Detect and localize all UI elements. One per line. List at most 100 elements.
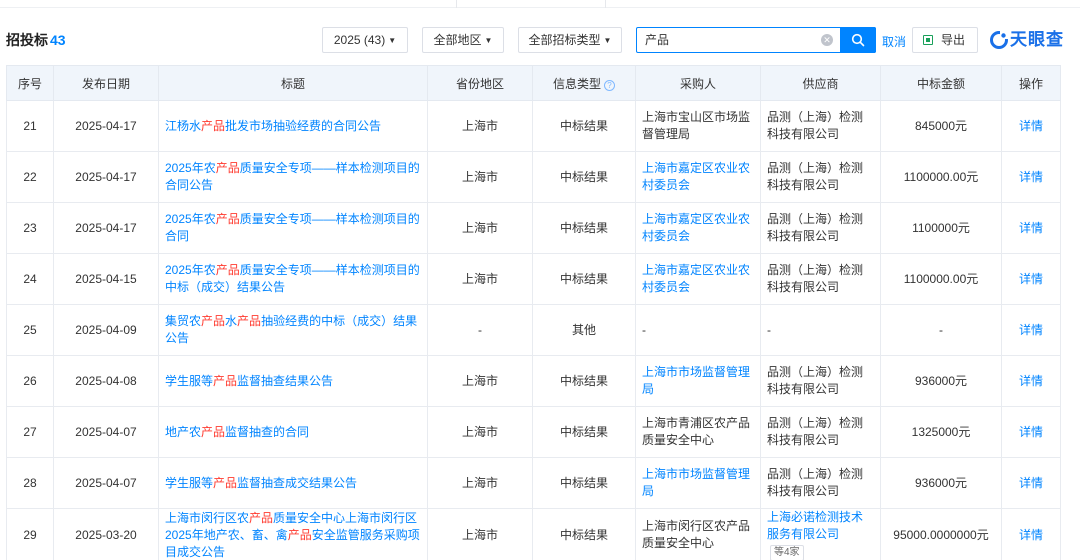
title-text: 上海市闵行区农 <box>165 510 250 525</box>
detail-link[interactable]: 详情 <box>1019 374 1043 388</box>
buyer[interactable]: 上海市嘉定区农业农村委员会 <box>642 161 750 192</box>
publish-date-cell: 2025-03-20 <box>53 508 159 560</box>
info-type: 中标结果 <box>559 424 608 439</box>
row-index: 22 <box>23 169 37 184</box>
buyer-cell: 上海市嘉定区农业农村委员会 <box>635 151 761 203</box>
help-icon[interactable]: ? <box>604 79 615 91</box>
publish-date: 2025-03-20 <box>75 527 137 542</box>
year-filter-label: 2025 (43) <box>333 33 386 47</box>
detail-link-cell: 详情 <box>1001 304 1061 356</box>
buyer-cell: 上海市宝山区市场监督管理局 <box>635 100 761 152</box>
publish-date-cell: 2025-04-07 <box>53 406 159 458</box>
bid-amount: 95000.0000000元 <box>893 527 989 542</box>
bid-amount: 1100000.00元 <box>903 169 979 184</box>
type-filter-dropdown[interactable]: 全部招标类型 ▼ <box>518 27 622 53</box>
buyer[interactable]: 上海市嘉定区农业农村委员会 <box>642 212 750 243</box>
table-row: 27 2025-04-07 地产农产品监督抽查的合同 上海市 中标结果 上海市青浦区农产品… <box>6 406 1061 458</box>
buyer: 上海市宝山区市场监督管理局 <box>642 110 751 141</box>
buyer-cell: 上海市市场监督管理局 <box>635 457 761 509</box>
detail-link[interactable]: 详情 <box>1019 323 1043 337</box>
detail-link-cell: 详情 <box>1001 457 1061 509</box>
chevron-down-icon: ▼ <box>388 36 397 45</box>
col-header-region: 省份地区 <box>427 65 533 101</box>
title-link[interactable]: 学生服等产品监督抽查成交结果公告 <box>165 476 357 490</box>
export-button[interactable]: 导出 <box>912 27 978 53</box>
keyword-highlight: 产品 <box>201 118 226 133</box>
title-link[interactable]: 集贸农产品水产品抽验经费的中标（成交）结果公告 <box>165 314 417 345</box>
col-header-buyer: 采购人 <box>635 65 761 101</box>
buyer-cell: 上海市青浦区农产品质量安全中心 <box>635 406 761 458</box>
publish-date: 2025-04-07 <box>75 475 137 490</box>
table-row: 23 2025-04-17 2025年农产品质量安全专项——样本检测项目的合同 上海市… <box>6 202 1061 254</box>
supplier: 品测（上海）检测科技有限公司 <box>767 110 864 141</box>
info-type-cell: 其他 <box>532 304 636 356</box>
row-index-cell: 25 <box>6 304 54 356</box>
row-index: 23 <box>23 220 37 235</box>
detail-link[interactable]: 详情 <box>1019 272 1043 286</box>
bid-amount-cell: 95000.0000000元 <box>880 508 1002 560</box>
bid-amount-cell: 1100000元 <box>880 202 1002 254</box>
buyer[interactable]: 上海市嘉定区农业农村委员会 <box>642 263 750 294</box>
publish-date-cell: 2025-04-15 <box>53 253 159 305</box>
detail-link[interactable]: 详情 <box>1019 119 1043 133</box>
bid-amount-cell: - <box>880 304 1002 356</box>
section-title-label: 招投标 <box>6 32 48 48</box>
title-link[interactable]: 2025年农产品质量安全专项——样本检测项目的合同公告 <box>165 161 420 192</box>
bidding-table: 序号 发布日期 标题 省份地区 信息类型? 采购人 供应商 中标金额 操作 21… <box>6 65 1061 560</box>
detail-link[interactable]: 详情 <box>1019 221 1043 235</box>
publish-date: 2025-04-09 <box>75 322 137 337</box>
supplier: 品测（上海）检测科技有限公司 <box>767 365 864 396</box>
supplier: - <box>767 322 771 337</box>
bid-amount: - <box>939 322 943 337</box>
region: 上海市 <box>461 475 498 490</box>
supplier-cell: 品测（上海）检测科技有限公司 <box>760 253 881 305</box>
detail-link[interactable]: 详情 <box>1019 528 1043 542</box>
title-link[interactable]: 上海市闵行区农产品质量安全中心上海市闵行区2025年地产农、畜、禽产品安全监管服… <box>165 511 420 559</box>
info-type-cell: 中标结果 <box>532 151 636 203</box>
detail-link-cell: 详情 <box>1001 151 1061 203</box>
detail-link[interactable]: 详情 <box>1019 170 1043 184</box>
title-link[interactable]: 2025年农产品质量安全专项——样本检测项目的中标（成交）结果公告 <box>165 263 420 294</box>
info-type: 中标结果 <box>559 220 608 235</box>
region-cell: 上海市 <box>427 202 533 254</box>
clear-icon[interactable]: ✕ <box>821 34 833 46</box>
region-cell: 上海市 <box>427 457 533 509</box>
supplier-cell: 上海必诺检测技术服务有限公司等4家 <box>760 508 881 560</box>
chevron-down-icon: ▼ <box>484 36 493 45</box>
buyer: 上海市闵行区农产品质量安全中心 <box>642 519 751 550</box>
supplier: 品测（上海）检测科技有限公司 <box>767 416 864 447</box>
title-link[interactable]: 地产农产品监督抽查的合同 <box>165 425 309 439</box>
supplier[interactable]: 上海必诺检测技术服务有限公司 <box>767 510 863 541</box>
info-type-cell: 中标结果 <box>532 355 636 407</box>
year-filter-dropdown[interactable]: 2025 (43) ▼ <box>322 27 408 53</box>
title-text: 监督抽查结果公告 <box>237 373 334 388</box>
keyword-highlight: 产品 <box>201 424 226 439</box>
region-filter-dropdown[interactable]: 全部地区 ▼ <box>422 27 504 53</box>
search-input[interactable]: 产品 <box>645 28 669 52</box>
detail-link-cell: 详情 <box>1001 202 1061 254</box>
row-index-cell: 28 <box>6 457 54 509</box>
buyer-cell: 上海市嘉定区农业农村委员会 <box>635 253 761 305</box>
supplier-cell: 品测（上海）检测科技有限公司 <box>760 100 881 152</box>
publish-date-cell: 2025-04-07 <box>53 457 159 509</box>
more-suppliers-badge[interactable]: 等4家 <box>770 545 804 560</box>
region: 上海市 <box>461 424 498 439</box>
title-link[interactable]: 学生服等产品监督抽查结果公告 <box>165 374 333 388</box>
col-header-type-label: 信息类型 <box>552 76 601 91</box>
info-type-cell: 中标结果 <box>532 100 636 152</box>
search-button[interactable] <box>840 27 876 53</box>
row-index-cell: 22 <box>6 151 54 203</box>
buyer[interactable]: 上海市市场监督管理局 <box>642 365 750 396</box>
bid-amount-cell: 845000元 <box>880 100 1002 152</box>
title-link[interactable]: 江杨水产品批发市场抽验经费的合同公告 <box>165 119 381 133</box>
row-index: 25 <box>23 322 37 337</box>
buyer[interactable]: 上海市市场监督管理局 <box>642 467 750 498</box>
detail-link[interactable]: 详情 <box>1019 425 1043 439</box>
row-index: 21 <box>23 118 37 133</box>
cancel-button[interactable]: 取消 <box>882 33 906 50</box>
detail-link[interactable]: 详情 <box>1019 476 1043 490</box>
supplier-cell: 品测（上海）检测科技有限公司 <box>760 406 881 458</box>
title-link[interactable]: 2025年农产品质量安全专项——样本检测项目的合同 <box>165 212 420 243</box>
detail-link-cell: 详情 <box>1001 253 1061 305</box>
publish-date-cell: 2025-04-08 <box>53 355 159 407</box>
